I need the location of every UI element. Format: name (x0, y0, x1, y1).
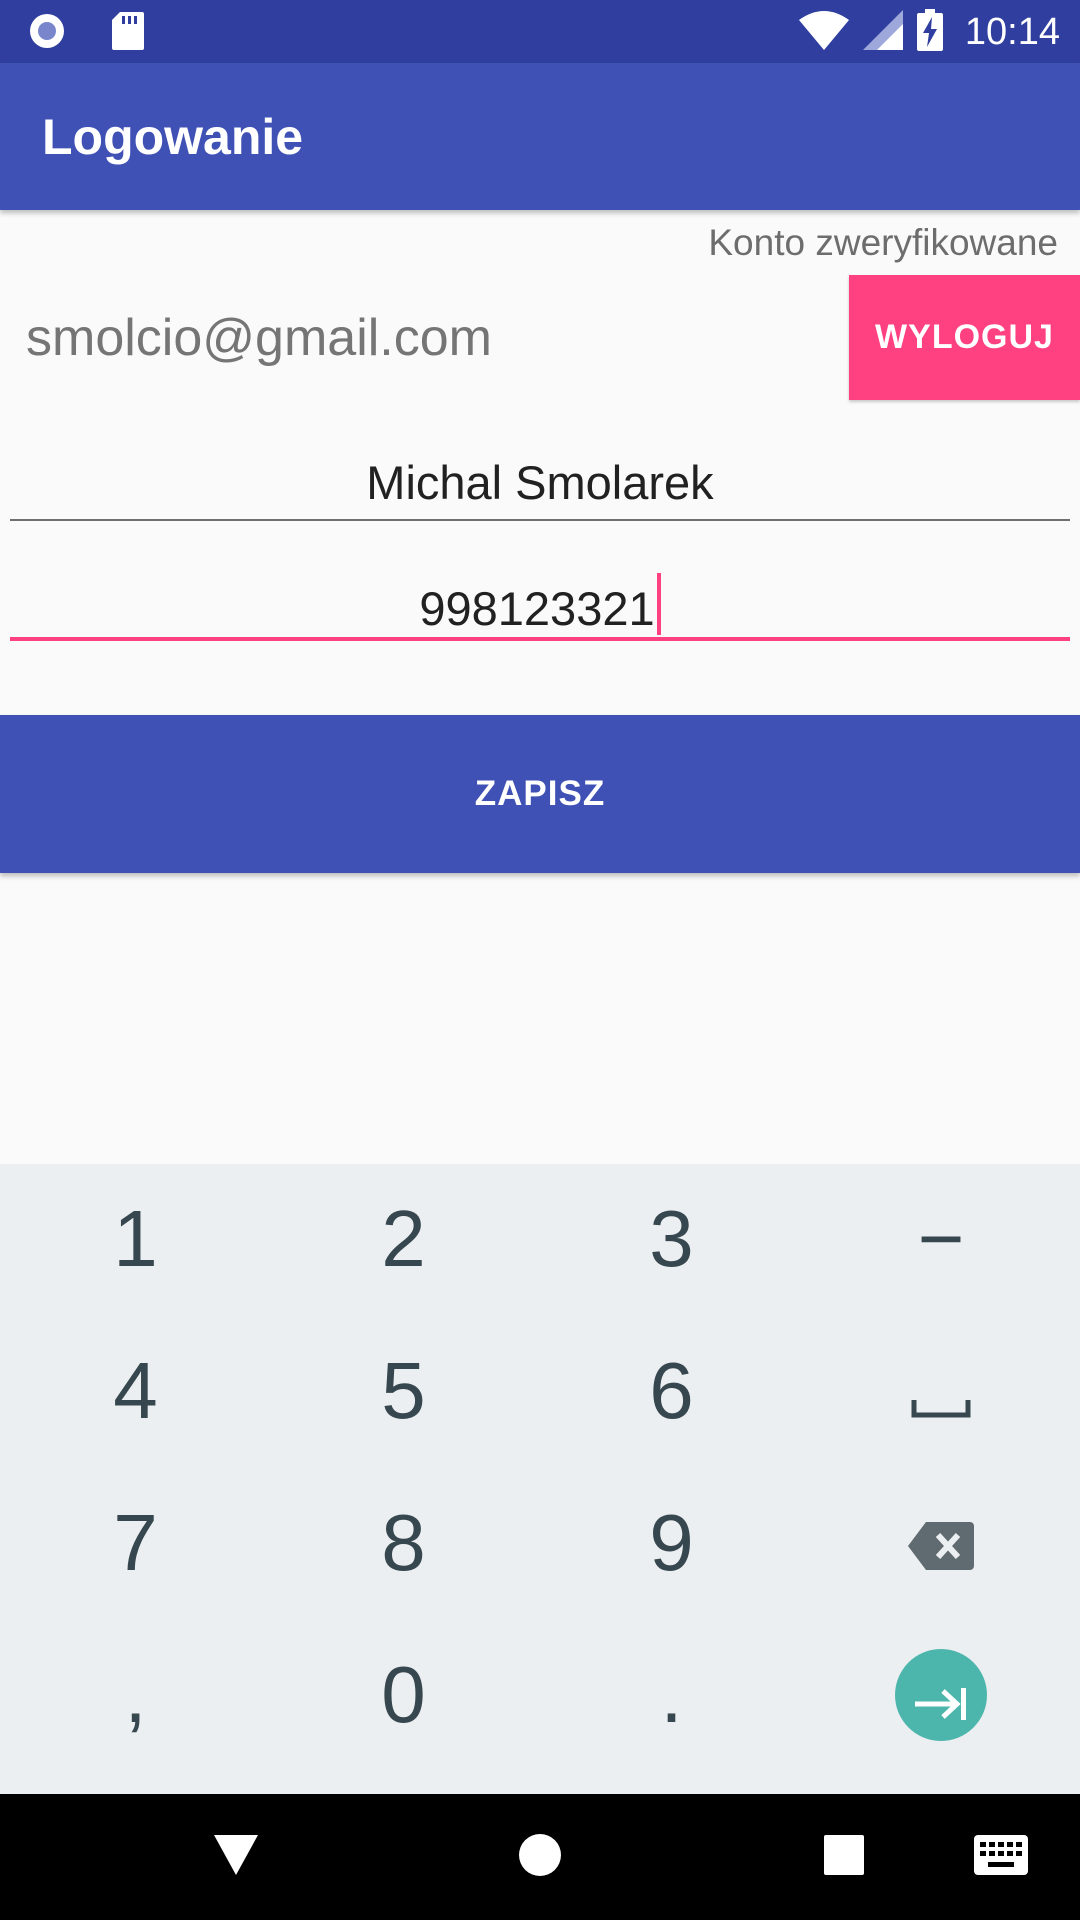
recents-icon (824, 1834, 864, 1880)
app-bar: Logowanie (0, 63, 1080, 210)
key-comma[interactable]: , (2, 1620, 269, 1770)
home-icon (518, 1833, 562, 1882)
status-bar: 10:14 (0, 0, 1080, 63)
signal-icon (862, 9, 903, 55)
name-field-value: Michal Smolarek (366, 456, 714, 509)
key-8[interactable]: 8 (270, 1468, 537, 1618)
phone-field-value: 998123321 (419, 582, 655, 635)
key-0[interactable]: 0 (270, 1620, 537, 1770)
key-minus[interactable]: − (806, 1164, 1076, 1314)
key-period[interactable]: . (538, 1620, 805, 1770)
nav-back-button[interactable] (196, 1824, 276, 1890)
radio-icon (28, 12, 66, 55)
keyboard-switch-icon (974, 1834, 1028, 1880)
text-caret (656, 573, 661, 635)
account-status-label: Konto zweryfikowane (708, 222, 1058, 263)
key-3[interactable]: 3 (538, 1164, 805, 1314)
status-time: 10:14 (964, 10, 1060, 53)
save-button[interactable]: ZAPISZ (0, 715, 1080, 873)
wifi-icon (798, 10, 849, 55)
key-9[interactable]: 9 (538, 1468, 805, 1618)
key-4[interactable]: 4 (2, 1316, 269, 1466)
nav-home-button[interactable] (500, 1824, 580, 1890)
next-field-button (895, 1649, 987, 1741)
key-5[interactable]: 5 (270, 1316, 537, 1466)
nav-recents-button[interactable] (804, 1824, 884, 1890)
account-email: smolcio@gmail.com (26, 309, 492, 367)
key-2[interactable]: 2 (270, 1164, 537, 1314)
logout-button[interactable]: WYLOGUJ (849, 275, 1080, 400)
key-6[interactable]: 6 (538, 1316, 805, 1466)
backspace-icon (908, 1497, 974, 1589)
name-field[interactable]: Michal Smolarek (10, 455, 1070, 521)
navigation-bar (0, 1794, 1080, 1920)
numeric-keyboard: 1 2 3 − 4 5 6 7 8 9 , 0 . (0, 1164, 1080, 1794)
back-icon (214, 1834, 258, 1880)
status-right-icons: 10:14 (798, 8, 1060, 56)
key-1[interactable]: 1 (2, 1164, 269, 1314)
key-7[interactable]: 7 (2, 1468, 269, 1618)
space-icon (911, 1345, 971, 1437)
status-left-icons (28, 12, 144, 55)
keyboard-switch-button[interactable] (961, 1824, 1041, 1890)
sd-card-icon (112, 12, 144, 55)
phone-field[interactable]: 998123321 (10, 573, 1070, 641)
battery-charging-icon (916, 8, 943, 56)
next-field-icon (913, 1649, 969, 1741)
app-title: Logowanie (42, 109, 304, 165)
key-next[interactable] (806, 1620, 1076, 1770)
key-space[interactable] (806, 1316, 1076, 1466)
key-backspace[interactable] (806, 1468, 1076, 1618)
